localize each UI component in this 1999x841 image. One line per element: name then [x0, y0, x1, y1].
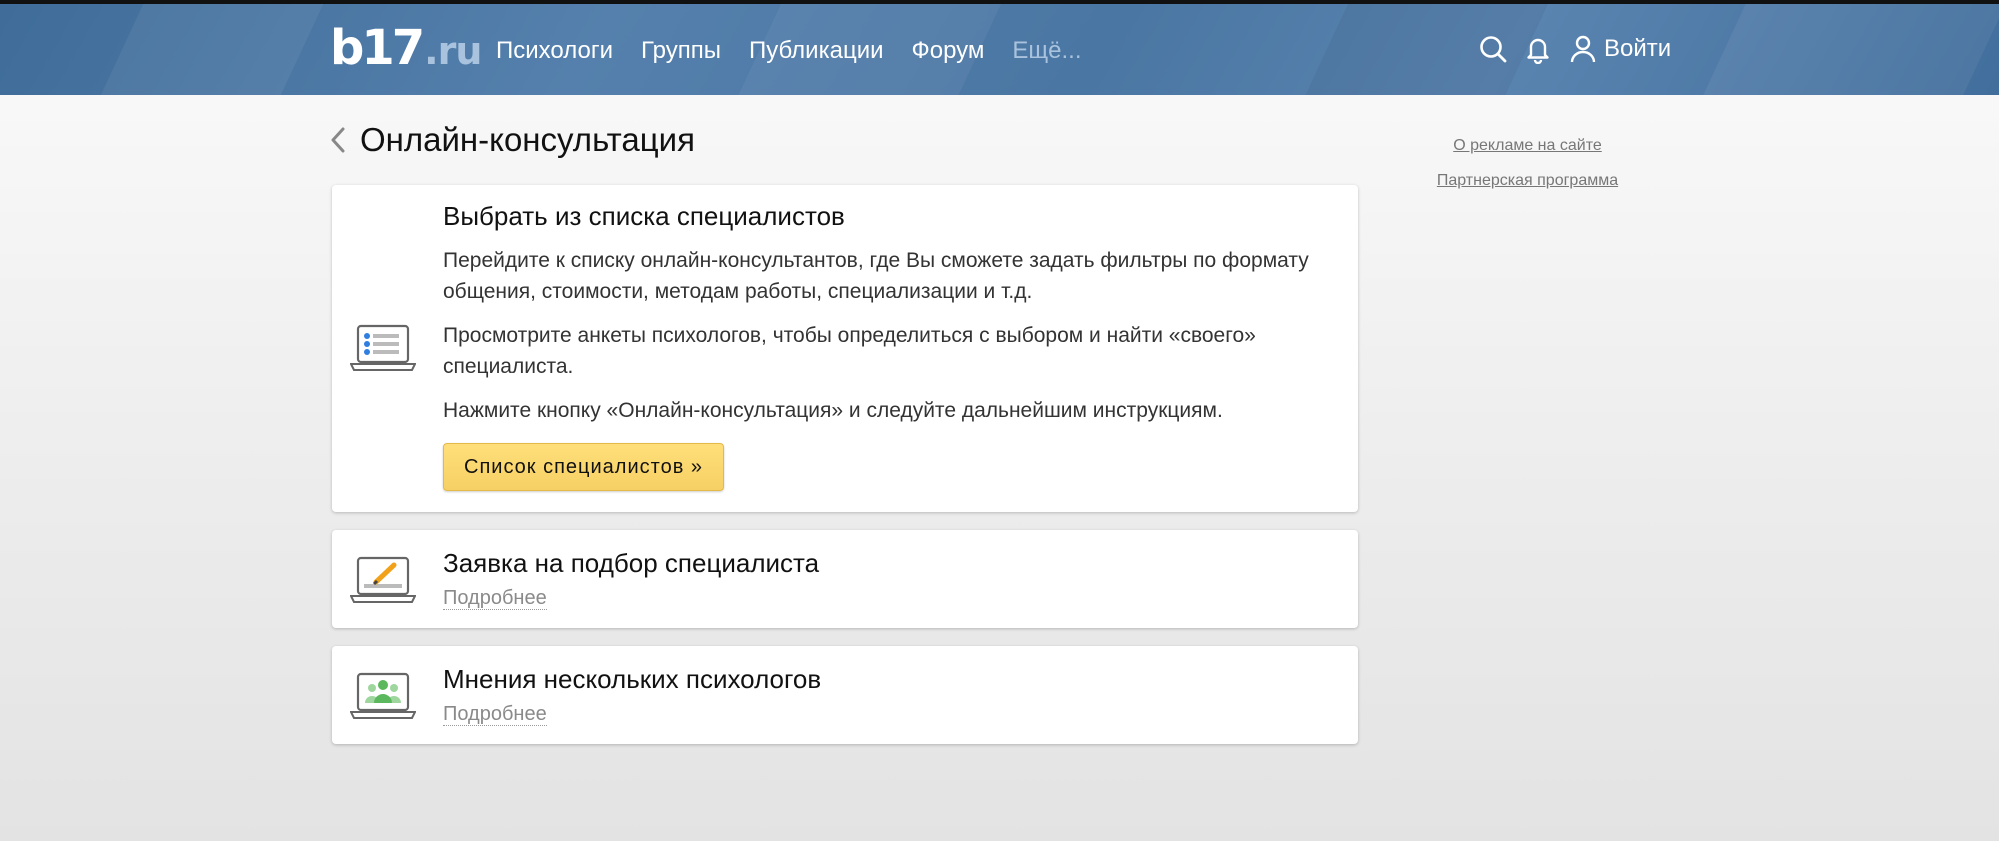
back-arrow-icon[interactable] [326, 120, 350, 160]
main-nav: Психологи Группы Публикации Форум Ещё... [496, 34, 1110, 68]
nav-more[interactable]: Ещё... [1012, 34, 1081, 68]
bell-icon[interactable] [1521, 32, 1555, 66]
specialist-list-button[interactable]: Список специалистов » [443, 443, 725, 491]
advertising-link[interactable]: О рекламе на сайте [1400, 136, 1655, 155]
site-header: b17 .ru Психологи Группы Публикации Фору… [0, 4, 1999, 95]
more-link[interactable]: Подробнее [443, 587, 547, 610]
nav-forum[interactable]: Форум [912, 34, 985, 68]
card-paragraph: Нажмите кнопку «Онлайн-консультация» и с… [443, 399, 1223, 422]
more-link[interactable]: Подробнее [443, 703, 547, 726]
header-actions: Войти [1476, 32, 1671, 66]
nav-groups[interactable]: Группы [641, 34, 721, 68]
header-decoration [1685, 4, 1999, 95]
laptop-group-icon [349, 671, 417, 726]
card-title: Выбрать из списка специалистов [443, 201, 845, 231]
login-button[interactable]: Войти [1566, 32, 1671, 66]
logo-main: b17 [330, 20, 425, 76]
card-multiple-opinions: Мнения нескольких психологов Подробнее [332, 646, 1358, 744]
header-decoration [87, 4, 333, 95]
login-label: Войти [1604, 35, 1672, 62]
nav-psychologists[interactable]: Психологи [496, 34, 613, 68]
card-content: Мнения нескольких психологов Подробнее [443, 662, 1328, 727]
search-icon[interactable] [1476, 32, 1510, 66]
page-title: Онлайн-консультация [360, 121, 695, 158]
user-icon [1566, 32, 1600, 66]
card-paragraph: Просмотрите анкеты психологов, чтобы опр… [443, 324, 1256, 378]
partner-program-link[interactable]: Партнерская программа [1400, 171, 1655, 190]
card-specialist-list: Выбрать из списка специалистов Перейдите… [332, 185, 1358, 512]
card-content: Заявка на подбор специалиста Подробнее [443, 546, 1328, 611]
card-selection-request: Заявка на подбор специалиста Подробнее [332, 530, 1358, 628]
page-heading: Онлайн-консультация [326, 120, 695, 160]
card-content: Выбрать из списка специалистов Перейдите… [443, 199, 1328, 491]
logo-tld: .ru [424, 29, 482, 73]
card-title: Заявка на подбор специалиста [443, 548, 820, 578]
card-paragraph: Перейдите к списку онлайн-консультантов,… [443, 249, 1309, 303]
nav-publications[interactable]: Публикации [749, 34, 884, 68]
card-title: Мнения нескольких психологов [443, 664, 822, 694]
sidebar-links: О рекламе на сайте Партнерская программа [1400, 136, 1655, 206]
laptop-pencil-icon [349, 555, 417, 610]
laptop-list-icon [349, 323, 417, 378]
site-logo[interactable]: b17 .ru [330, 20, 482, 76]
